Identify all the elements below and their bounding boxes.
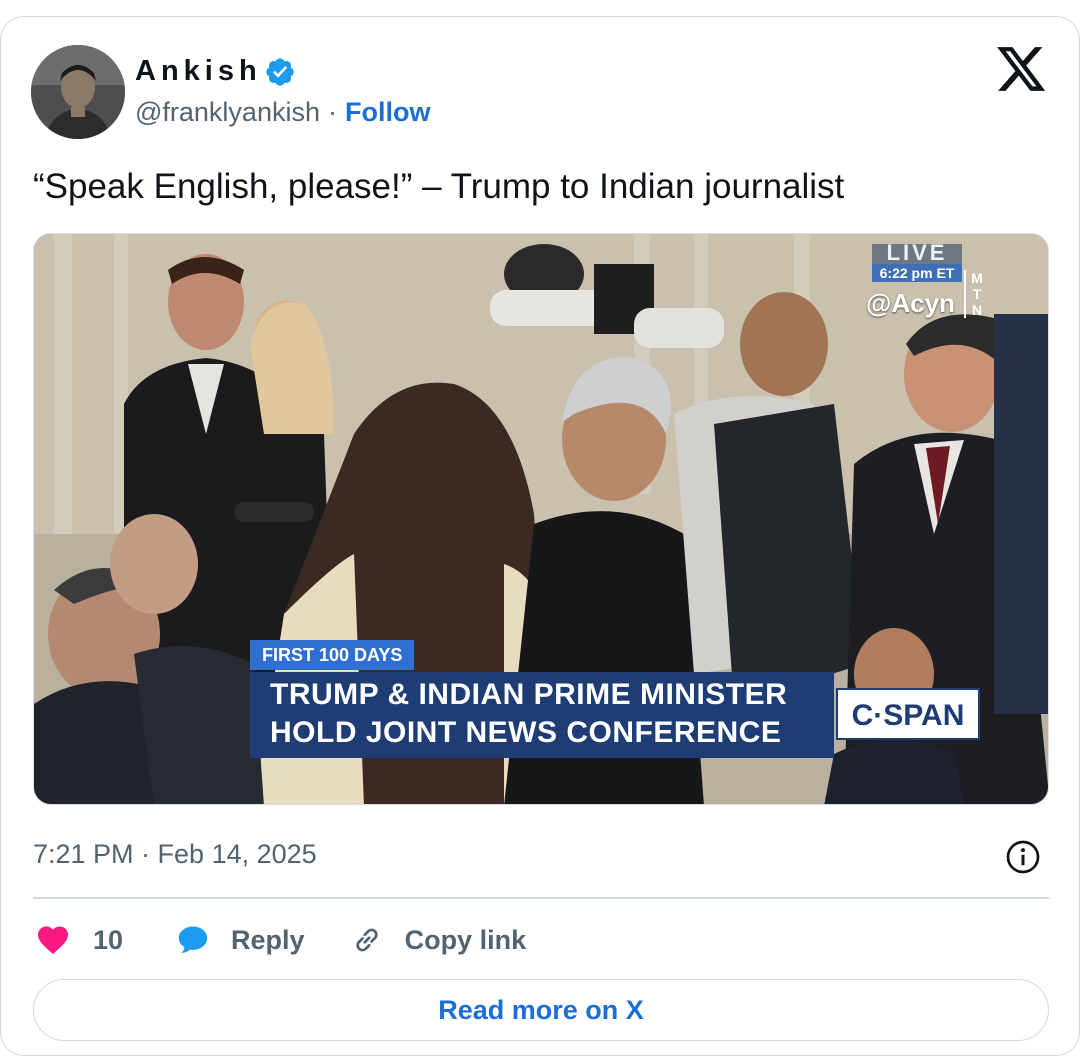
watermark-letter: N	[971, 302, 983, 318]
chyron-line-2: HOLD JOINT NEWS CONFERENCE	[270, 716, 782, 749]
live-time: 6:22 pm ET	[872, 264, 962, 282]
author-name-row: Ankish	[135, 55, 296, 88]
post-timestamp[interactable]: 7:21 PM · Feb 14, 2025	[33, 839, 317, 870]
read-more-button[interactable]: Read more on X	[33, 979, 1049, 1041]
info-icon[interactable]	[1005, 839, 1041, 875]
follow-button[interactable]: Follow	[345, 97, 430, 128]
watermark-letter: T	[972, 286, 982, 302]
reply-bubble-icon	[178, 926, 208, 953]
video-watermark: @Acyn	[866, 288, 955, 318]
x-logo-icon[interactable]	[997, 47, 1047, 93]
live-label: LIVE	[886, 240, 948, 265]
author-handle[interactable]: @franklyankish	[135, 97, 320, 128]
chyron-line-1: TRUMP & INDIAN PRIME MINISTER	[270, 678, 788, 711]
like-button[interactable]: 10	[35, 922, 123, 958]
watermark-mark: M T N	[964, 270, 984, 318]
link-icon	[355, 928, 378, 952]
verified-badge-icon	[266, 57, 294, 86]
avatar[interactable]	[31, 45, 125, 139]
copy-link-button[interactable]: Copy link	[349, 922, 527, 958]
author-name[interactable]: Ankish	[135, 55, 262, 88]
chyron-tag: FIRST 100 DAYS	[250, 640, 415, 670]
video-media[interactable]: LIVE 6:22 pm ET @Acyn M T N FIRST 100 DA…	[33, 233, 1049, 805]
post-text: “Speak English, please!” – Trump to Indi…	[33, 167, 845, 206]
like-count: 10	[93, 924, 124, 955]
action-bar: 10 Reply Copy link	[35, 915, 526, 965]
author-handle-row: @franklyankish · Follow	[135, 97, 430, 128]
reply-label: Reply	[231, 924, 305, 955]
watermark-letter: M	[971, 270, 983, 286]
divider	[33, 897, 1049, 899]
avatar-photo	[31, 45, 125, 139]
reply-button[interactable]: Reply	[175, 922, 305, 958]
heart-icon	[38, 926, 68, 955]
network-logo: C·SPAN	[836, 688, 980, 740]
chyron-banner: TRUMP & INDIAN PRIME MINISTER HOLD JOINT…	[250, 672, 834, 758]
copy-link-label: Copy link	[404, 924, 527, 955]
embedded-post-card: Ankish @franklyankish · Follow “Speak En…	[0, 16, 1080, 1056]
separator-dot: ·	[327, 97, 337, 127]
